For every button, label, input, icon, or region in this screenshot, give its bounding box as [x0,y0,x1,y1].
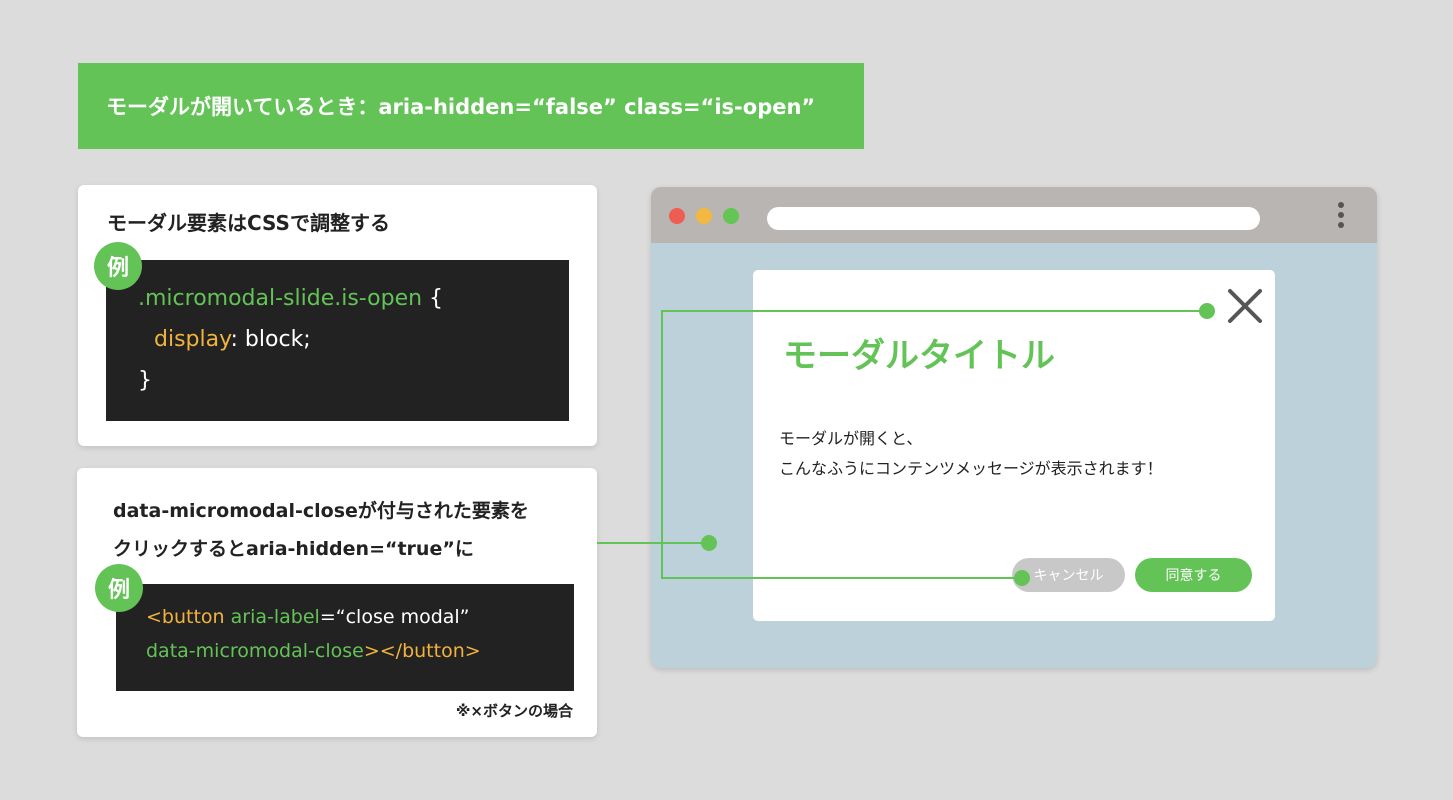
example-badge: 例 [95,564,143,612]
css-code-block: .micromodal-slide.is-open { display: blo… [106,260,569,421]
code-close-brace: } [138,368,152,393]
close-card-title: data-micromodal-closeが付与された要素を クリックするとar… [113,492,529,568]
heading-banner: モーダルが開いているとき：aria-hidden=“false” class=“… [78,63,864,149]
maximize-window-dot[interactable] [723,208,739,224]
code-tag-open: <button [146,606,225,628]
address-bar[interactable] [767,207,1260,230]
code-value: : block; [230,327,311,352]
agree-button[interactable]: 同意する [1135,558,1252,592]
cancel-button[interactable]: キャンセル [1012,558,1125,592]
close-icon[interactable] [1225,286,1265,326]
code-line-attr2: data-micromodal-close></button> [146,640,481,662]
code-selector: .micromodal-slide.is-open [138,286,423,311]
close-window-dot[interactable] [669,208,685,224]
code-line-button: <button aria-label=“close modal” [146,606,470,628]
example-badge: 例 [94,242,142,290]
minimize-window-dot[interactable] [696,208,712,224]
banner-text: モーダルが開いているとき：aria-hidden=“false” class=“… [106,95,816,119]
browser-toolbar [651,187,1377,243]
html-code-block: <button aria-label=“close modal” data-mi… [116,584,574,691]
code-attr-value: =“close modal” [319,606,470,628]
modal-body: モーダルが開くと、 こんなふうにコンテンツメッセージが表示されます！ [779,424,1163,484]
code-open-brace: { [422,286,444,311]
modal-title: モーダルタイトル [783,336,1055,376]
close-card-title-line1: data-micromodal-closeが付与された要素を [113,500,529,522]
note-text: ※×ボタンの場合 [455,702,573,720]
modal-body-line1: モーダルが開くと、 [779,429,923,448]
code-attr: aria-label [224,606,320,628]
code-attr2: data-micromodal-close [146,640,364,662]
css-card: モーダル要素はCSSで調整する .micromodal-slide.is-ope… [78,185,597,446]
close-card: data-micromodal-closeが付与された要素を クリックするとar… [77,468,597,737]
close-card-title-line2: クリックするとaria-hidden=“true”に [113,538,474,560]
code-line-selector: .micromodal-slide.is-open { [138,286,443,311]
code-line-property: display: block; [154,327,311,352]
code-property: display [154,327,231,352]
modal-body-line2: こんなふうにコンテンツメッセージが表示されます！ [779,459,1163,478]
kebab-menu-icon[interactable] [1337,202,1345,230]
code-tag-close: ></button> [363,640,481,662]
code-line-close: } [138,368,152,393]
modal-dialog: モーダルタイトル モーダルが開くと、 こんなふうにコンテンツメッセージが表示され… [753,270,1275,621]
css-card-title: モーダル要素はCSSで調整する [107,211,390,235]
